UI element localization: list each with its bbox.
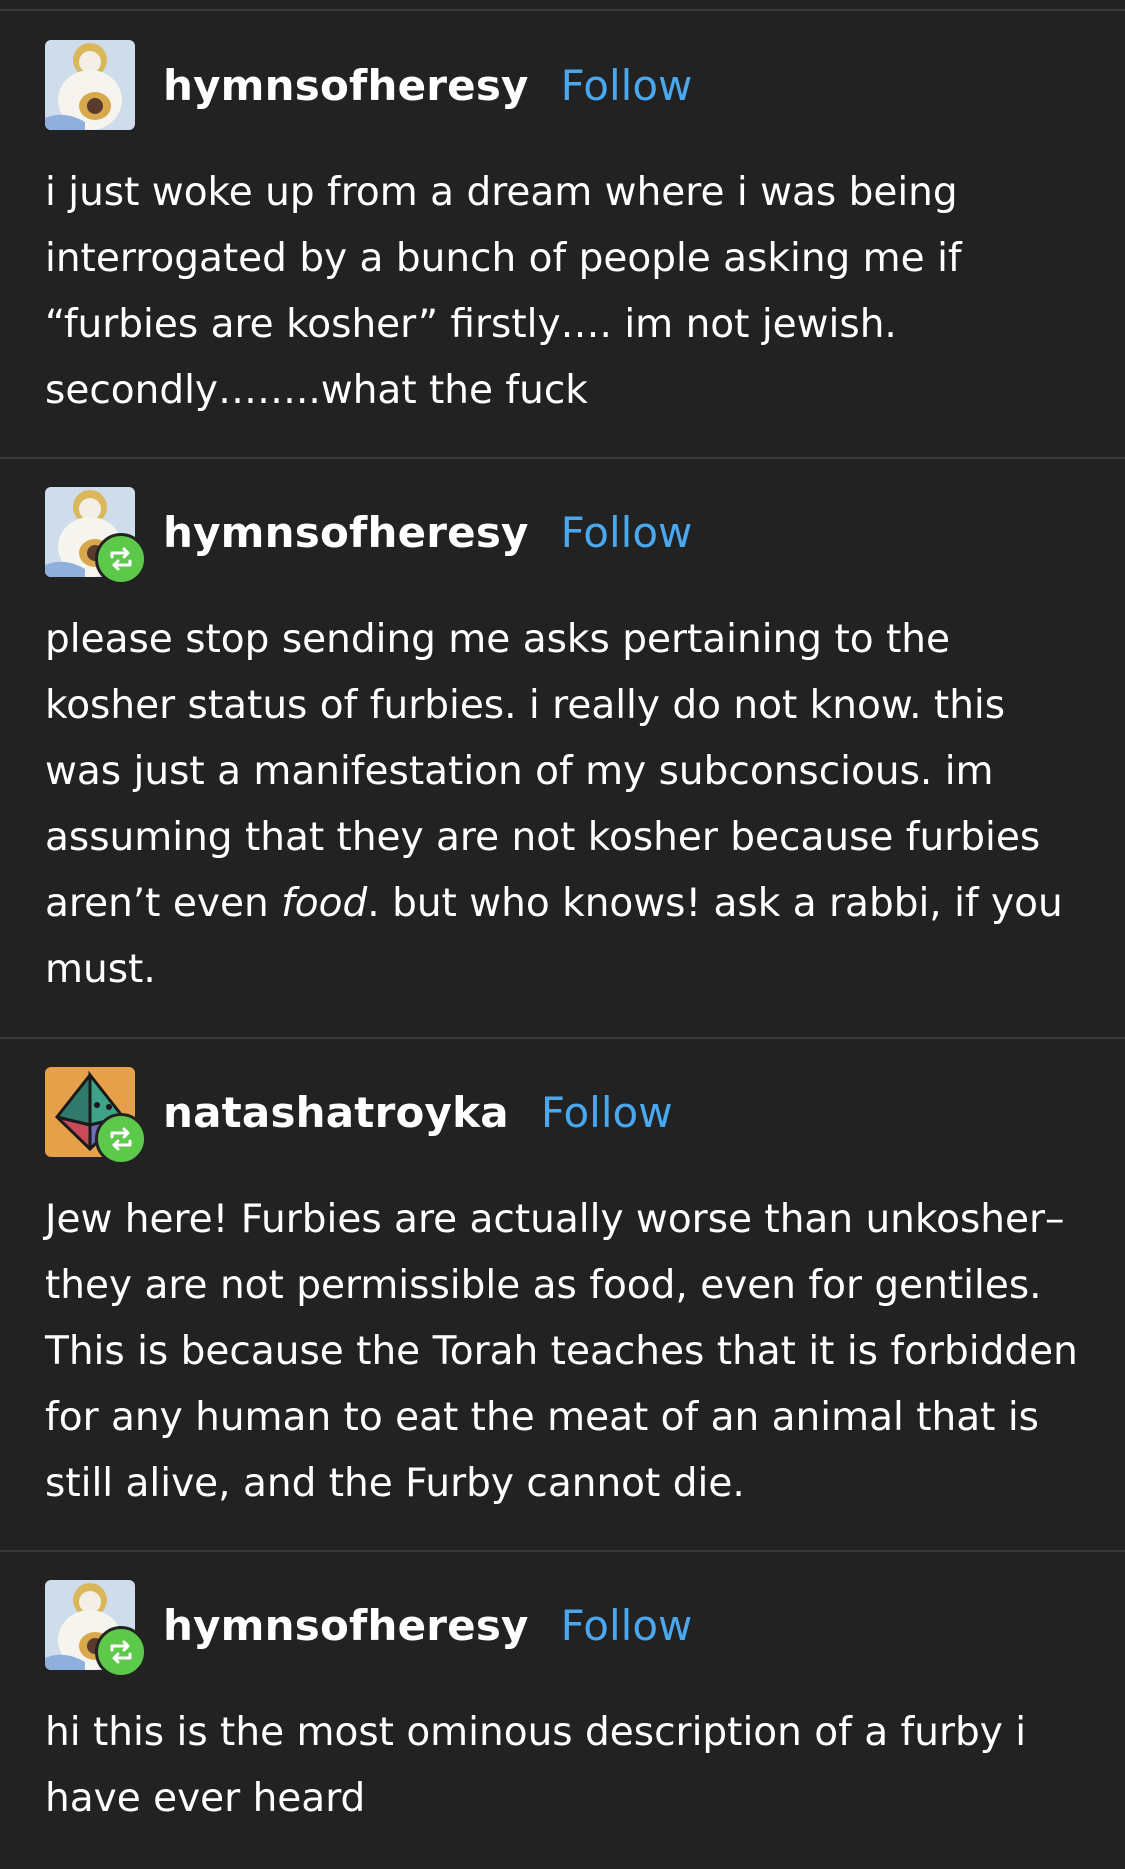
top-divider	[0, 9, 1125, 11]
post-body: i just woke up from a dream where i was …	[45, 170, 962, 413]
post-divider	[0, 457, 1125, 459]
avatar[interactable]	[45, 1580, 147, 1678]
username[interactable]: hymnsofheresy	[163, 61, 529, 110]
reblog-icon	[110, 1640, 132, 1664]
post-header: hymnsofheresy Follow	[45, 40, 692, 130]
follow-button[interactable]: Follow	[561, 508, 693, 557]
follow-button[interactable]: Follow	[561, 1601, 693, 1650]
post-divider	[0, 1550, 1125, 1552]
avatar[interactable]	[45, 40, 135, 130]
username[interactable]: hymnsofheresy	[163, 508, 529, 557]
post-body: hi this is the most ominous description …	[45, 1710, 1027, 1821]
post-body-emphasis: food	[281, 881, 368, 926]
username[interactable]: hymnsofheresy	[163, 1601, 529, 1650]
avatar[interactable]	[45, 487, 147, 585]
reblog-icon	[110, 1127, 132, 1151]
post-body: Jew here! Furbies are actually worse tha…	[45, 1197, 1078, 1506]
post-body: please stop sending me asks pertaining t…	[45, 607, 1085, 1003]
reblog-badge	[95, 1113, 147, 1165]
saint-icon-avatar	[45, 40, 135, 130]
follow-button[interactable]: Follow	[541, 1088, 673, 1137]
post-header: hymnsofheresy Follow	[45, 1580, 693, 1678]
reblog-badge	[95, 1626, 147, 1678]
follow-button[interactable]: Follow	[561, 61, 693, 110]
post-header: natashatroyka Follow	[45, 1067, 673, 1165]
post-body-text: please stop sending me asks pertaining t…	[45, 617, 1041, 926]
username[interactable]: natashatroyka	[163, 1088, 509, 1137]
reblog-icon	[110, 547, 132, 571]
post-divider	[0, 1037, 1125, 1039]
avatar[interactable]	[45, 1067, 147, 1165]
reblog-badge	[95, 533, 147, 585]
post-header: hymnsofheresy Follow	[45, 487, 693, 585]
